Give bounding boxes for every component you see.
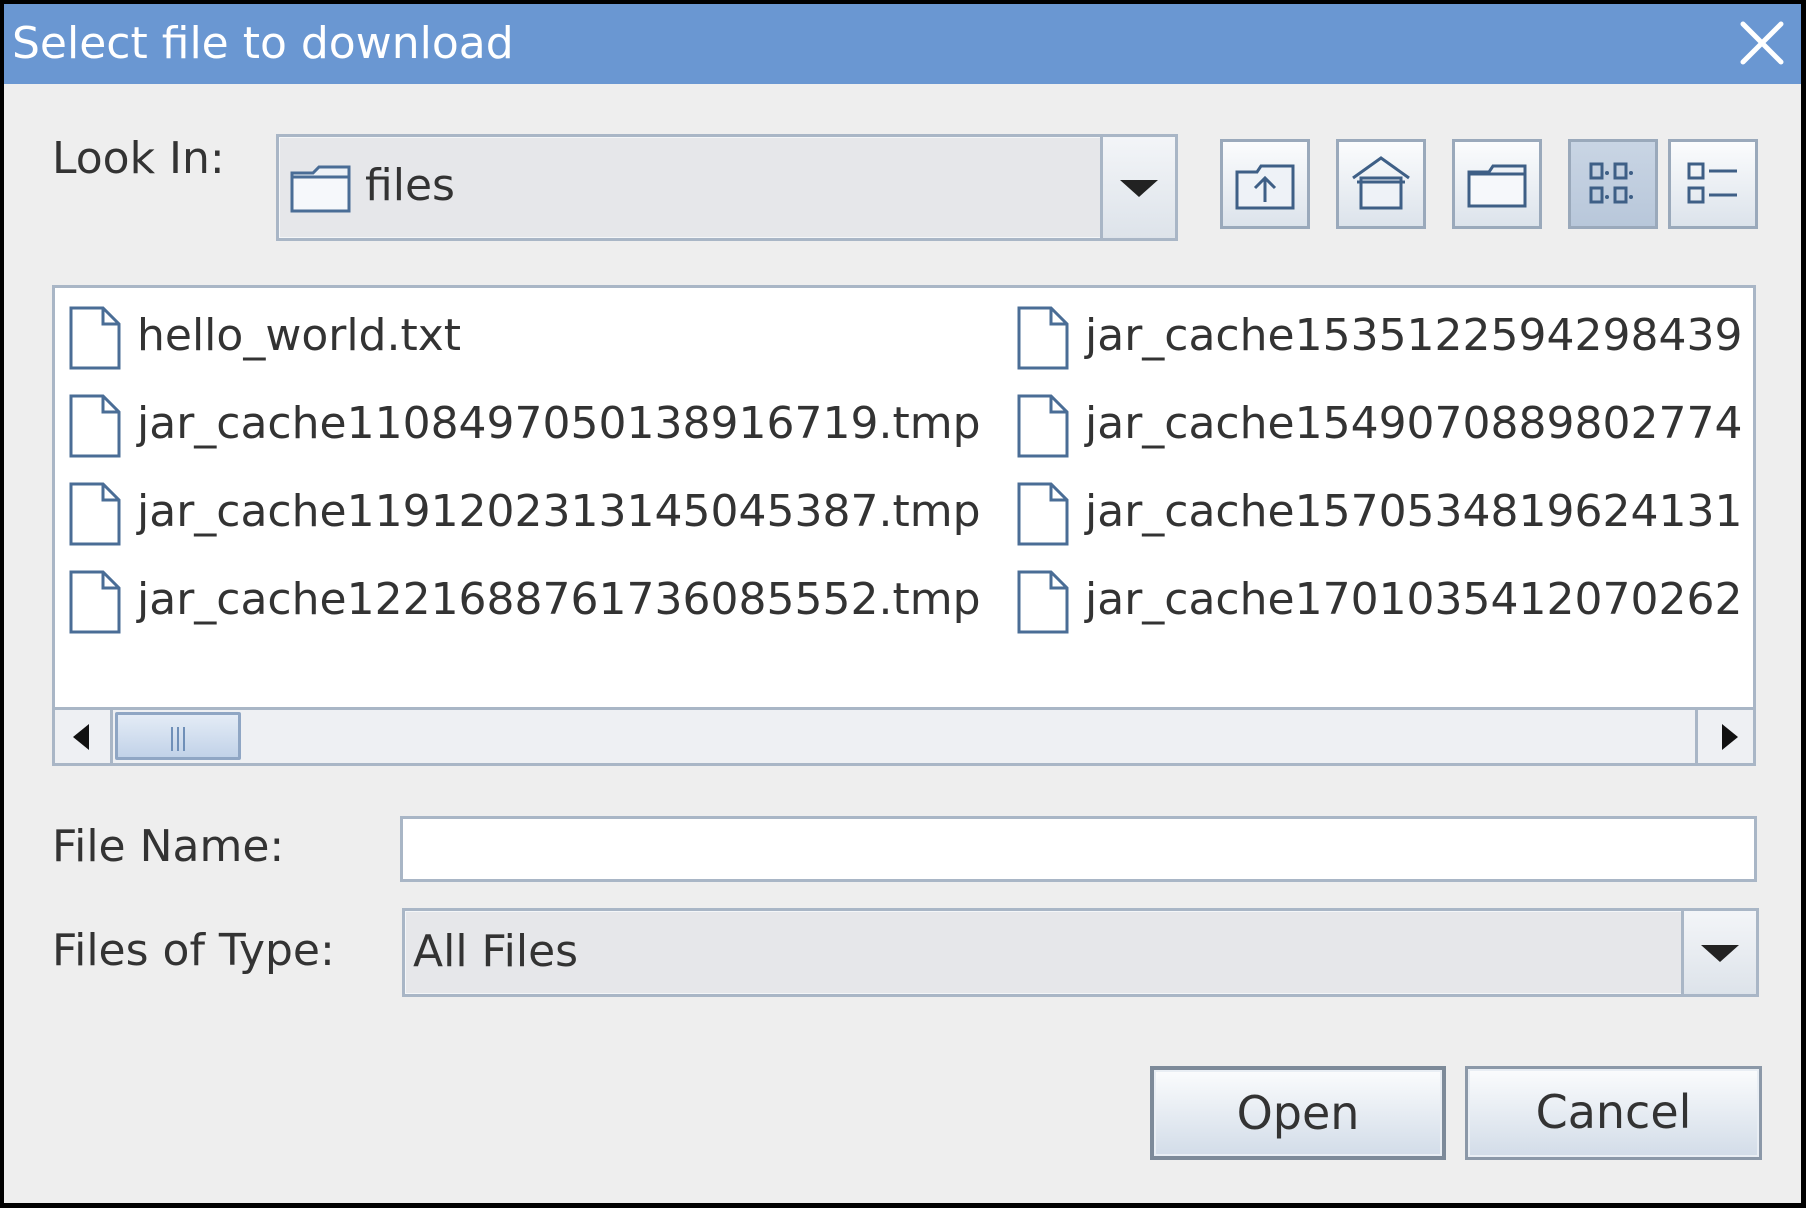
file-icon	[1017, 482, 1069, 546]
file-name-input[interactable]	[400, 816, 1757, 882]
file-list[interactable]: hello_world.txt jar_cache110849705013891…	[52, 285, 1756, 766]
file-icon	[69, 482, 121, 546]
new-folder-button[interactable]	[1452, 139, 1542, 229]
details-view-icon	[1687, 162, 1737, 204]
home-icon	[1352, 156, 1410, 210]
file-name: jar_cache1221688761736085552.tmp	[137, 574, 981, 625]
look-in-combobox[interactable]: files	[276, 134, 1178, 241]
grip-line	[183, 727, 185, 751]
arrow-left-icon	[73, 724, 89, 750]
home-button[interactable]	[1336, 139, 1426, 229]
file-name-label: File Name:	[52, 821, 285, 872]
horizontal-scrollbar[interactable]	[55, 707, 1753, 763]
new-folder-icon	[1467, 164, 1527, 208]
file-icon	[1017, 394, 1069, 458]
scrollbar-thumb[interactable]	[115, 712, 241, 760]
cancel-button[interactable]: Cancel	[1465, 1066, 1762, 1160]
file-name: jar_cache1108497050138916719.tmp	[137, 398, 981, 449]
chevron-down-icon	[1701, 944, 1739, 962]
file-name: jar_cache1535122594298439	[1085, 310, 1743, 361]
close-button[interactable]	[1737, 18, 1787, 68]
file-name: jar_cache1549070889802774	[1085, 398, 1743, 449]
files-of-type-combobox[interactable]: All Files	[402, 908, 1759, 997]
folder-up-icon	[1235, 164, 1295, 210]
file-name: jar_cache1570534819624131	[1085, 486, 1743, 537]
file-name: hello_world.txt	[137, 310, 462, 361]
chevron-down-icon	[1120, 179, 1158, 197]
file-name: jar_cache1191202313145045387.tmp	[137, 486, 981, 537]
list-view-button[interactable]	[1568, 139, 1658, 229]
up-one-level-button[interactable]	[1220, 139, 1310, 229]
file-icon	[1017, 306, 1069, 370]
file-chooser-dialog: Select file to download Look In: files h…	[4, 4, 1801, 1203]
details-view-button[interactable]	[1668, 139, 1758, 229]
look-in-value: files	[365, 160, 455, 211]
file-icon	[1017, 570, 1069, 634]
files-of-type-dropdown-button[interactable]	[1681, 911, 1756, 994]
look-in-label: Look In:	[52, 133, 225, 184]
grip-line	[171, 727, 173, 751]
scroll-right-button[interactable]	[1695, 710, 1753, 763]
file-name: jar_cache1701035412070262	[1085, 574, 1743, 625]
file-icon	[69, 394, 121, 458]
list-view-icon	[1589, 162, 1633, 204]
files-of-type-value: All Files	[413, 926, 579, 977]
close-icon	[1740, 21, 1784, 65]
arrow-right-icon	[1722, 724, 1738, 750]
title-bar: Select file to download	[4, 4, 1801, 84]
dialog-title: Select file to download	[12, 18, 514, 69]
file-icon	[69, 570, 121, 634]
scroll-left-button[interactable]	[55, 710, 113, 763]
folder-icon	[290, 165, 351, 213]
files-of-type-label: Files of Type:	[52, 925, 335, 976]
open-button[interactable]: Open	[1150, 1066, 1446, 1160]
look-in-dropdown-button[interactable]	[1100, 137, 1175, 238]
file-icon	[69, 306, 121, 370]
grip-line	[177, 727, 179, 751]
